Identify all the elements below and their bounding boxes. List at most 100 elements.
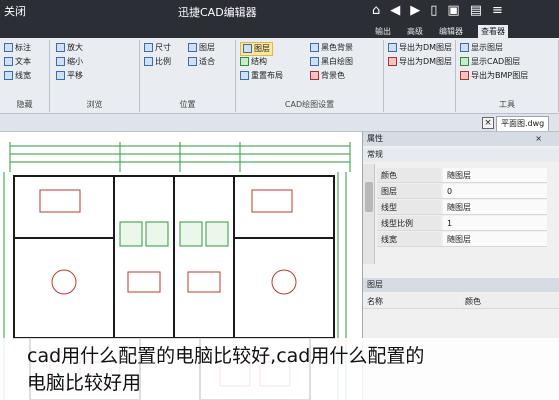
document-tab-bar: × 平面图.dwg [0, 114, 559, 132]
fixture [187, 271, 221, 293]
caption-line-2: 电脑比较好用 [27, 372, 142, 394]
show-layers-button[interactable]: 显示图层 [460, 42, 503, 54]
layers-icon [460, 43, 469, 52]
ribbon-group-hide: 标注 文本 线宽 隐藏 [0, 40, 50, 112]
dining-table [51, 269, 77, 295]
ribbon-group-label: CAD绘图设置 [284, 100, 335, 109]
ribbon-group-tools: 显示图层 显示CAD图层 导出为BMP图层 工具 [456, 40, 559, 112]
room-wall [233, 175, 335, 239]
ribbon-group-cad-settings: 黑色背景 黑白绘图 背景色 图层 结构 重置布局 CAD绘图设置 [236, 40, 384, 112]
text-toggle[interactable]: 文本 [4, 56, 31, 68]
structure-button[interactable]: 结构 [240, 56, 267, 68]
close-label[interactable]: 关闭 [4, 3, 26, 19]
black-background-button[interactable]: 黑色背景 [310, 42, 353, 54]
contrast-icon [310, 57, 319, 66]
reset-layout-button[interactable]: 重置布局 [240, 70, 283, 82]
lineweight-toggle[interactable]: 线宽 [4, 70, 31, 82]
window-title: 迅捷CAD编辑器 [178, 6, 257, 19]
layer-table-header: 名称 颜色 [363, 294, 559, 309]
scrollbar[interactable] [363, 164, 375, 264]
lineweight-icon [4, 71, 13, 80]
home-icon[interactable]: ⌂ [372, 3, 390, 18]
export-dm-button-2[interactable]: 导出为DM图层 [388, 56, 452, 68]
property-row[interactable]: 线宽 随图层 [377, 232, 547, 247]
forward-icon[interactable]: ▶ [410, 3, 430, 18]
furniture [251, 189, 293, 213]
close-icon[interactable]: × [482, 117, 494, 129]
zoom-out-button[interactable]: 缩小 [56, 56, 83, 68]
property-row[interactable]: 线型 随图层 [377, 200, 547, 215]
stair-block [179, 221, 203, 247]
print-icon[interactable]: ▤ [470, 3, 492, 18]
dimension-button[interactable]: 尺寸 [144, 42, 171, 54]
stair-block [119, 221, 143, 247]
ribbon-group-browse: 放大 缩小 平移 浏览 [50, 40, 140, 112]
layer-button[interactable]: 图层 [240, 42, 273, 56]
background-color-button[interactable]: 背景色 [310, 70, 345, 82]
scrollbar-thumb[interactable] [365, 182, 373, 212]
ribbon-group-label: 工具 [499, 100, 515, 109]
room-wall [233, 237, 335, 339]
annotation-icon [4, 43, 13, 52]
panel-header-properties: 属性 × [363, 132, 559, 146]
panel-header-general[interactable]: 常规 [363, 148, 559, 162]
file-icon[interactable]: ▯ [430, 3, 447, 18]
fit-button[interactable]: 适合 [188, 56, 215, 68]
property-row[interactable]: 颜色 随图层 [377, 168, 547, 183]
ribbon-group-position: 尺寸 图层 比例 适合 位置 [140, 40, 236, 112]
zoom-out-icon [56, 57, 65, 66]
back-icon[interactable]: ◀ [390, 3, 410, 18]
stair-block [205, 221, 229, 247]
layer-icon [243, 44, 252, 53]
menu-icon[interactable]: ≡ [492, 3, 513, 18]
panel-header-layers: 图层 [363, 278, 559, 292]
caption-overlay: cad用什么配置的电脑比较好,cad用什么配置的 电脑比较好用 [0, 338, 559, 400]
zoom-in-button[interactable]: 放大 [56, 42, 83, 54]
fixture [127, 271, 161, 293]
export-bmp-button[interactable]: 导出为BMP图层 [460, 70, 528, 82]
background-icon [310, 43, 319, 52]
export-dm-button[interactable]: 导出为DM图层 [388, 42, 452, 54]
property-row[interactable]: 图层 0 [377, 184, 547, 199]
text-icon [4, 57, 13, 66]
tab-editor[interactable]: 编辑器 [436, 25, 466, 38]
structure-icon [240, 57, 249, 66]
layers-icon [460, 57, 469, 66]
position-layer-button[interactable]: 图层 [188, 42, 215, 54]
ribbon-group-export: 导出为DM图层 导出为DM图层 [384, 40, 456, 112]
export-icon [388, 57, 397, 66]
room-wall [13, 175, 115, 239]
show-cad-layers-button[interactable]: 显示CAD图层 [460, 56, 520, 68]
tab-advanced[interactable]: 高级 [404, 25, 426, 38]
zoom-in-icon [56, 43, 65, 52]
room-wall [13, 237, 115, 339]
grid-icon [188, 43, 197, 52]
black-white-button[interactable]: 黑白绘图 [310, 56, 353, 68]
export-icon [388, 43, 397, 52]
ribbon-group-label: 隐藏 [16, 100, 33, 109]
close-icon[interactable]: × [535, 132, 542, 146]
ribbon-tabs: 查看器 编辑器 高级 输出 [0, 24, 559, 38]
tab-viewer[interactable]: 查看器 [478, 25, 508, 38]
room-wall [173, 175, 235, 339]
scale-button[interactable]: 比例 [144, 56, 171, 68]
pan-button[interactable]: 平移 [56, 70, 83, 82]
hand-icon [56, 71, 65, 80]
dining-table [271, 269, 297, 295]
ribbon-group-label: 浏览 [86, 100, 103, 109]
annotation-toggle[interactable]: 标注 [4, 42, 31, 54]
save-icon[interactable]: ▣ [447, 3, 469, 18]
tab-output[interactable]: 输出 [372, 25, 394, 38]
caption-line-1: cad用什么配置的电脑比较好,cad用什么配置的 [27, 345, 425, 367]
zoom-in-icon [144, 43, 153, 52]
stair-block [145, 221, 169, 247]
zoom-out-icon [144, 57, 153, 66]
title-bar: 关闭 迅捷CAD编辑器 ⌂◀▶▯▣▤≡ [0, 0, 559, 24]
furniture [39, 189, 81, 213]
export-icon [460, 71, 469, 80]
document-tab[interactable]: 平面图.dwg [496, 116, 550, 131]
fit-icon [188, 57, 197, 66]
reset-icon [240, 71, 249, 80]
palette-icon [310, 71, 319, 80]
property-row[interactable]: 线型比例 1 [377, 216, 547, 231]
